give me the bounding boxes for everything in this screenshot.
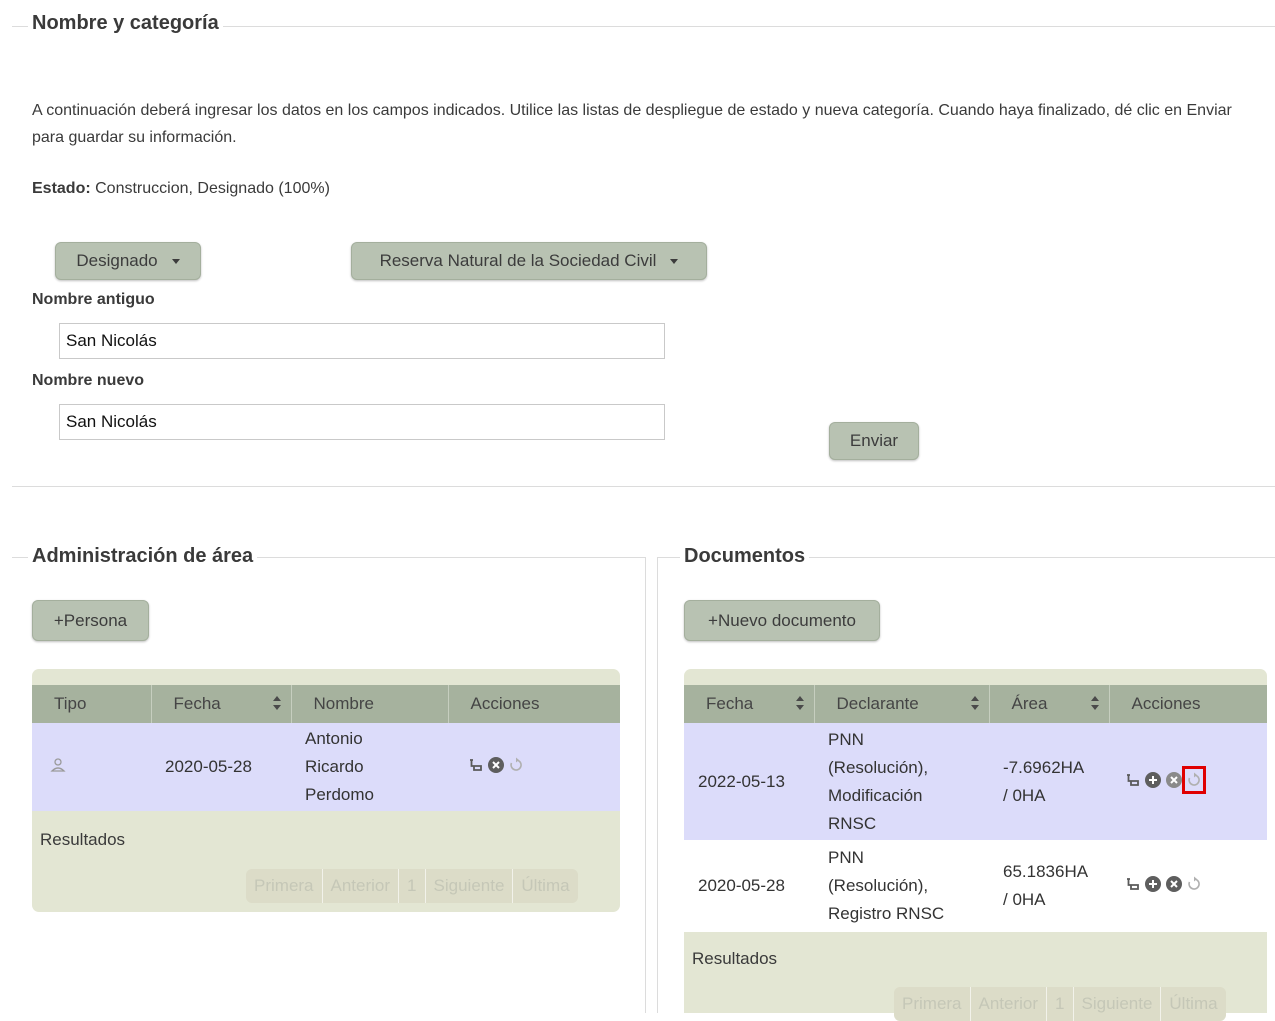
refresh-icon[interactable] [1182,765,1206,794]
documents-grid: Fecha Declarante Área Acciones 2022-05-1… [684,669,1267,1021]
sort-icon[interactable] [1090,696,1099,712]
chevron-down-icon [171,258,180,264]
category-select[interactable]: Reserva Natural de la Sociedad Civil [351,242,707,280]
pagination: Primera Anterior 1 Siguiente Última [894,987,1226,1021]
pager-page-1[interactable]: 1 [399,869,426,903]
area-admin-grid: Tipo Fecha Nombre Acciones 2020-05-28 An… [32,669,620,912]
instructions-text: A continuación deberá ingresar los datos… [32,102,1232,146]
delete-icon[interactable] [1165,771,1183,789]
refresh-icon[interactable] [1186,876,1202,892]
fecha-cell: 2020-05-28 [151,723,291,811]
section-title-nombre-categoria: Nombre y categoría [28,12,223,35]
new-name-label: Nombre nuevo [32,372,145,389]
old-name-field[interactable] [59,323,665,359]
estado-line: Estado: Construccion, Designado (100%) [32,180,330,198]
column-header-declarante[interactable]: Declarante [814,685,990,723]
person-icon [50,758,66,772]
results-label: Resultados [692,949,778,968]
estado-label: Estado: [32,180,91,197]
pager-last[interactable]: Última [513,869,577,903]
column-header-fecha[interactable]: Fecha [684,685,815,723]
results-label: Resultados [40,830,126,849]
area-admin-table: Tipo Fecha Nombre Acciones 2020-05-28 An… [32,685,620,811]
add-icon[interactable] [1144,875,1162,893]
fecha-cell: 2020-05-28 [684,840,814,932]
acciones-cell [1109,840,1267,932]
submit-button[interactable]: Enviar [829,422,919,460]
pager-first[interactable]: Primera [894,987,971,1021]
column-header-nombre: Nombre [291,685,449,723]
refresh-icon[interactable] [508,757,524,773]
pager-page-1[interactable]: 1 [1047,987,1074,1021]
add-icon[interactable] [1144,771,1162,789]
area-cell: 65.1836HA / 0HA [989,840,1109,932]
column-header-tipo: Tipo [32,685,152,723]
status-select[interactable]: Designado [55,242,201,280]
edit-icon[interactable] [468,758,484,772]
table-header-row: Tipo Fecha Nombre Acciones [32,685,620,723]
declarante-cell: PNN (Resolución), Registro RNSC [814,840,989,932]
section-divider [12,486,1275,487]
column-header-fecha[interactable]: Fecha [151,685,292,723]
acciones-cell [1109,723,1267,840]
pager-next[interactable]: Siguiente [426,869,514,903]
category-select-value: Reserva Natural de la Sociedad Civil [379,251,657,270]
table-row[interactable]: 2022-05-13 PNN (Resolución), Modificació… [684,723,1267,840]
row-actions [1125,875,1202,893]
sort-icon[interactable] [970,696,979,712]
delete-icon[interactable] [1165,875,1183,893]
declarante-cell: PNN (Resolución), Modificación RNSC [814,723,989,840]
pager-previous[interactable]: Anterior [323,869,400,903]
table-header-row: Fecha Declarante Área Acciones [684,685,1267,723]
documents-table: Fecha Declarante Área Acciones 2022-05-1… [684,685,1267,932]
edit-icon[interactable] [1125,773,1141,787]
add-person-button[interactable]: +Persona [32,600,149,641]
section-title-documentos: Documentos [680,545,810,568]
pager-next[interactable]: Siguiente [1074,987,1162,1021]
row-actions [468,756,524,774]
new-name-field[interactable] [59,404,665,440]
column-header-acciones: Acciones [1109,685,1267,723]
tipo-cell [32,723,151,811]
edit-icon[interactable] [1125,877,1141,891]
old-name-label: Nombre antiguo [32,291,155,308]
sort-icon[interactable] [272,696,281,712]
column-header-acciones: Acciones [448,685,620,723]
nombre-cell: Antonio Ricardo Perdomo [291,723,448,811]
table-row[interactable]: 2020-05-28 Antonio Ricardo Perdomo [32,723,620,811]
column-header-area[interactable]: Área [989,685,1110,723]
delete-icon[interactable] [487,756,505,774]
pager-first[interactable]: Primera [246,869,323,903]
row-actions [1125,765,1206,794]
estado-value: Construccion, Designado (100%) [95,180,330,197]
chevron-down-icon [670,258,679,264]
area-cell: -7.6962HA / 0HA [989,723,1109,840]
fieldset-border-right [645,557,646,1013]
add-document-button[interactable]: +Nuevo documento [684,600,880,641]
sort-icon[interactable] [795,696,804,712]
acciones-cell [448,723,620,811]
section-title-administracion-area: Administración de área [28,545,258,568]
pager-last[interactable]: Última [1161,987,1225,1021]
pager-previous[interactable]: Anterior [971,987,1048,1021]
table-row[interactable]: 2020-05-28 PNN (Resolución), Registro RN… [684,840,1267,932]
fecha-cell: 2022-05-13 [684,723,814,840]
fieldset-border-left [657,557,658,1013]
pagination: Primera Anterior 1 Siguiente Última [246,869,578,903]
status-select-value: Designado [76,251,158,270]
